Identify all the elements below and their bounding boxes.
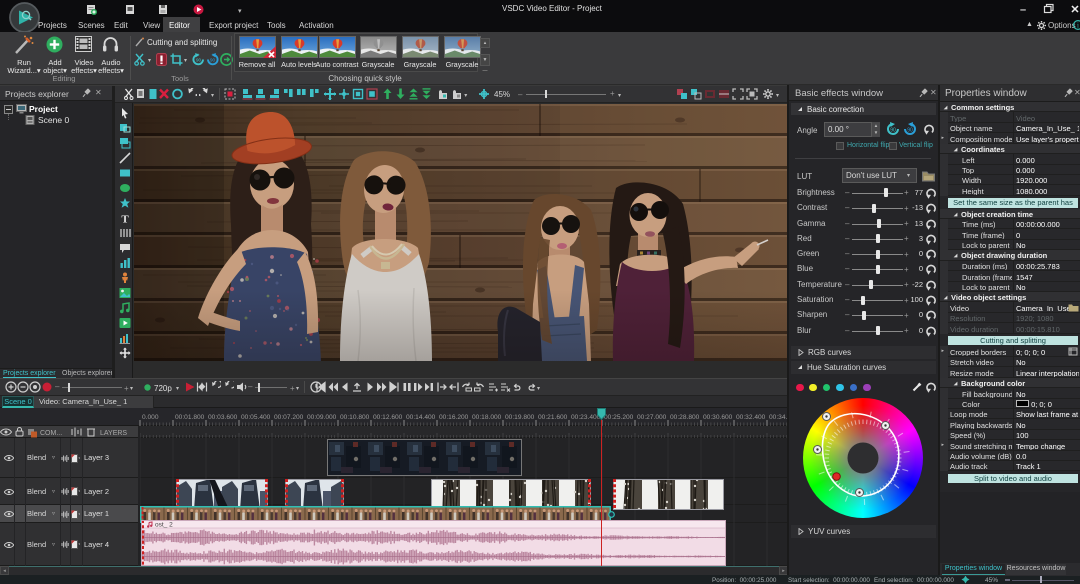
svg-text:00:28.800: 00:28.800: [670, 414, 700, 421]
svg-text:ost_ 2: ost_ 2: [155, 522, 173, 529]
svg-text:00:32.400: 00:32.400: [736, 414, 766, 421]
svg-text:90: 90: [907, 128, 913, 134]
svg-text:T: T: [121, 214, 129, 225]
svg-text:LAYERS: LAYERS: [100, 430, 127, 437]
svg-text:90: 90: [890, 128, 896, 134]
svg-text:00:19.800: 00:19.800: [505, 414, 535, 421]
svg-text:00:01.800: 00:01.800: [175, 414, 205, 421]
svg-text:0.000: 0.000: [142, 414, 159, 421]
svg-text:00:03.600: 00:03.600: [208, 414, 238, 421]
svg-text:COM...: COM...: [40, 430, 62, 437]
svg-text:00:30.600: 00:30.600: [703, 414, 733, 421]
svg-text:00:34.200: 00:34.200: [769, 414, 789, 421]
svg-text:00:21.600: 00:21.600: [538, 414, 568, 421]
svg-text:i: i: [1077, 22, 1079, 30]
svg-text:00:25.200: 00:25.200: [604, 414, 634, 421]
svg-text:00:16.200: 00:16.200: [439, 414, 469, 421]
svg-text:90: 90: [196, 58, 202, 63]
svg-text:00:05.400: 00:05.400: [241, 414, 271, 421]
svg-text:90: 90: [210, 58, 216, 63]
svg-text:00:07.200: 00:07.200: [274, 414, 304, 421]
svg-text:00:14.400: 00:14.400: [406, 414, 436, 421]
svg-text:00:09.000: 00:09.000: [307, 414, 337, 421]
svg-text:00:27.000: 00:27.000: [637, 414, 667, 421]
svg-text:00:18.000: 00:18.000: [472, 414, 502, 421]
svg-text:00:12.600: 00:12.600: [373, 414, 403, 421]
svg-text:00:10.800: 00:10.800: [340, 414, 370, 421]
